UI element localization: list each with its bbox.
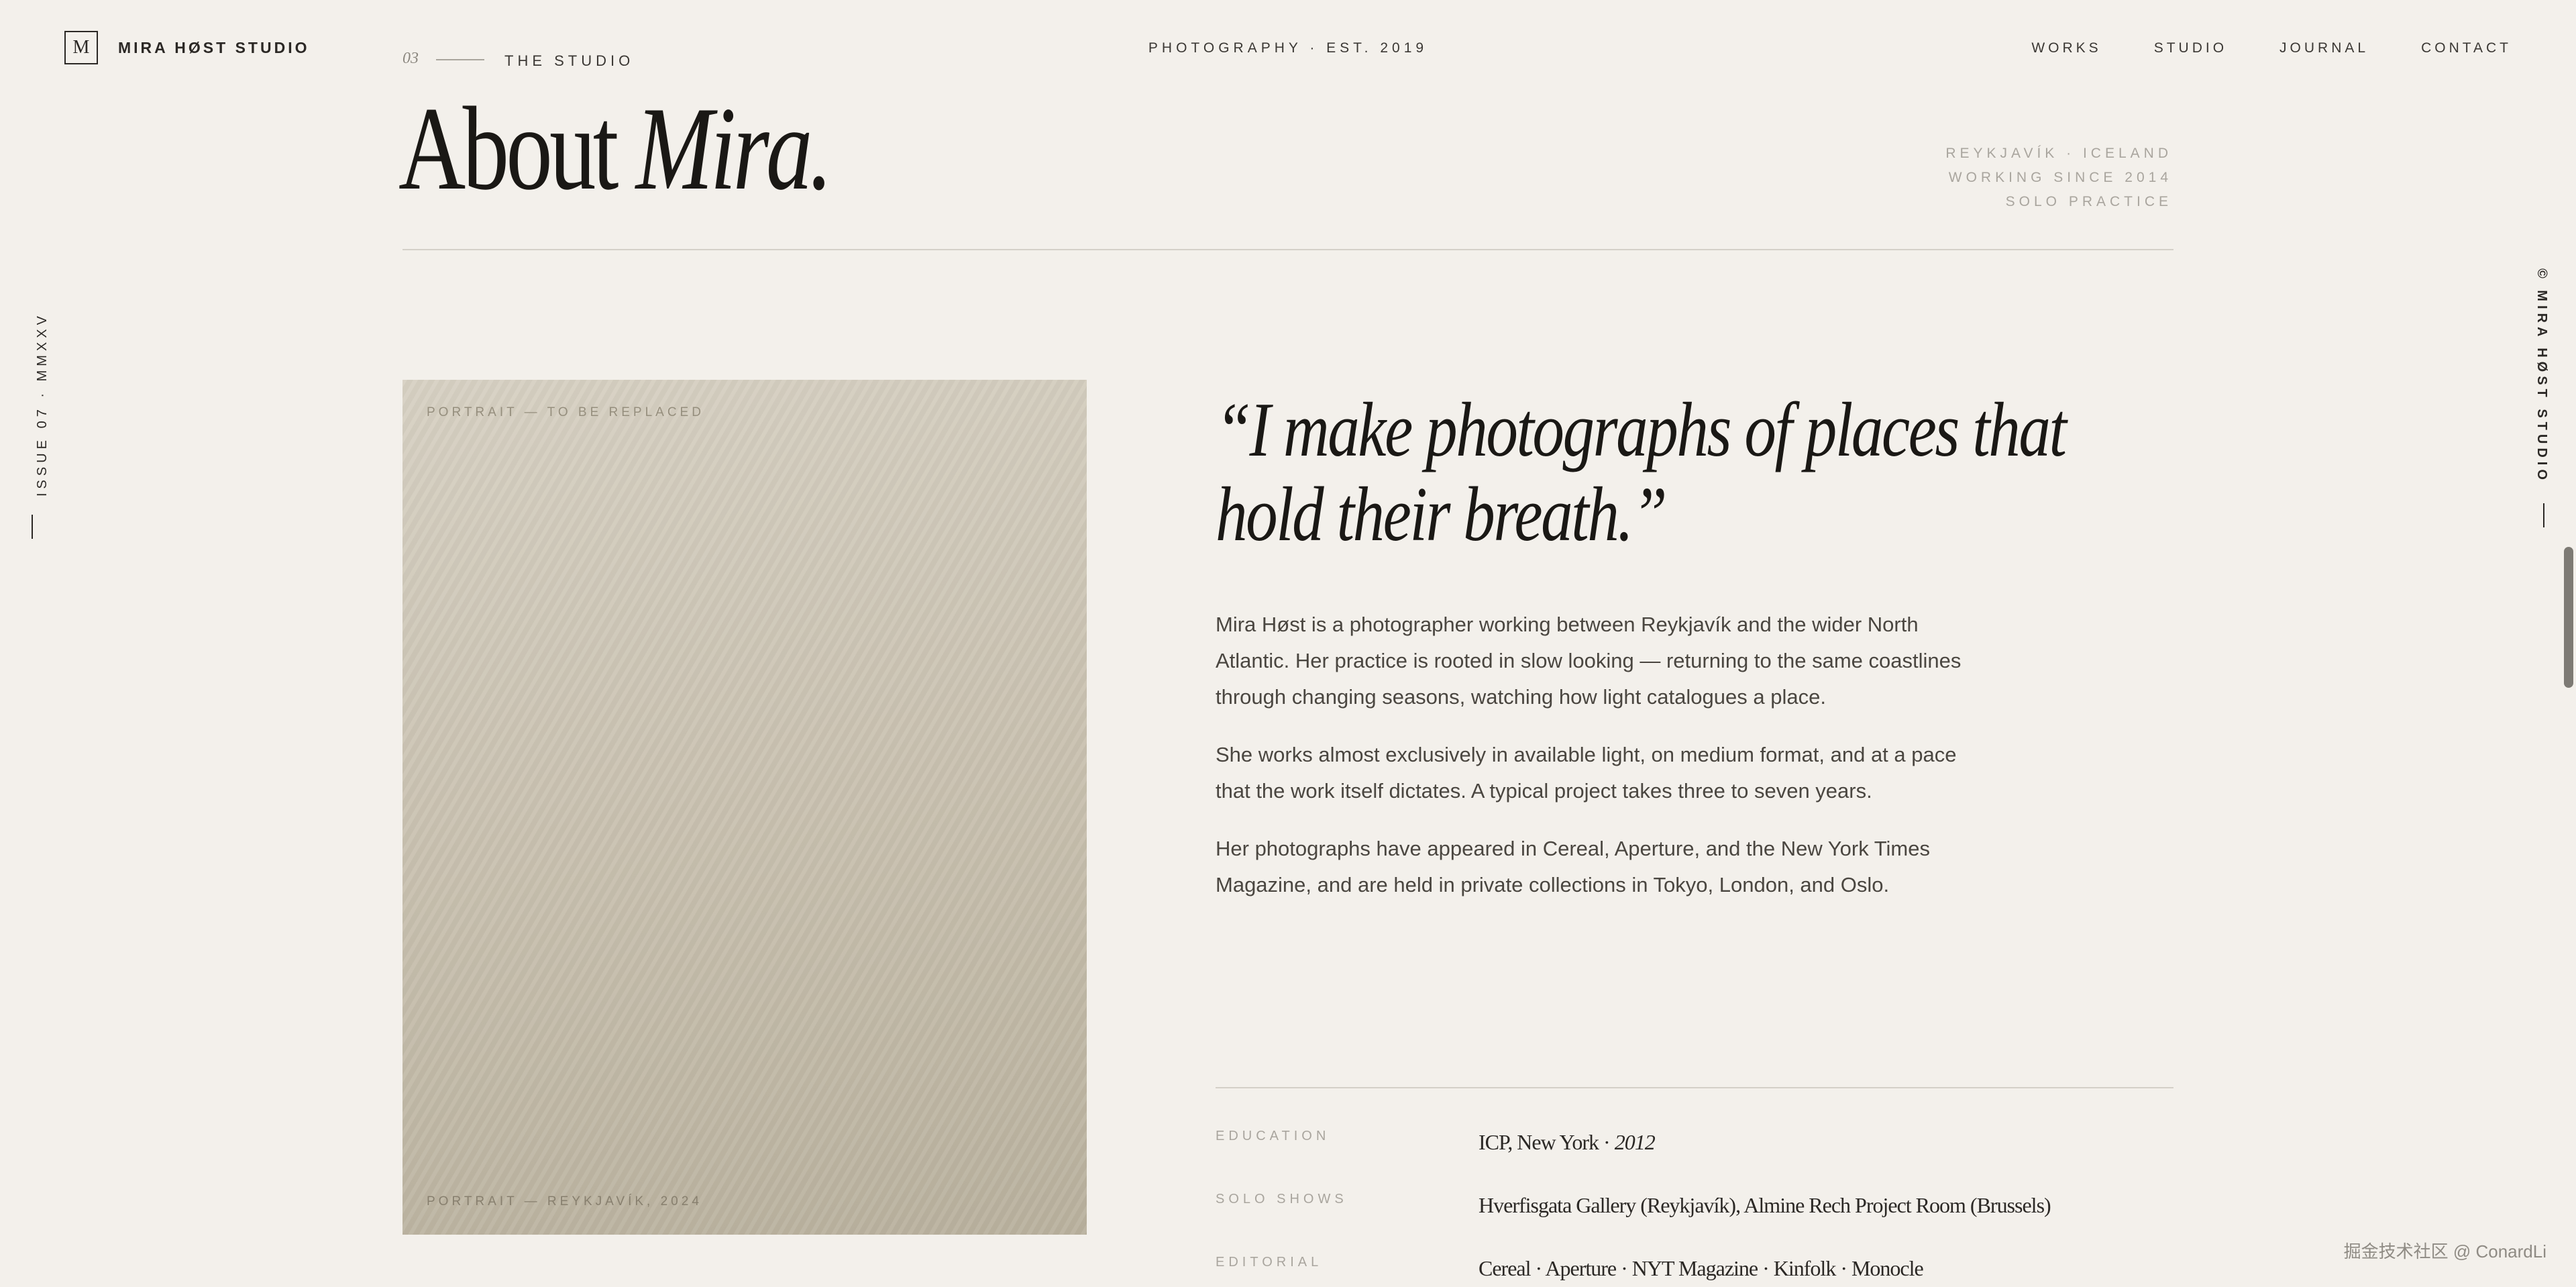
education-text: ICP, New York · [1479, 1130, 1615, 1154]
bio-paragraph: She works almost exclusively in availabl… [1216, 743, 1957, 803]
meta-practice: SOLO PRACTICE [2005, 194, 2172, 209]
nav-works[interactable]: WORKS [2031, 40, 2101, 56]
page-title-italic: Mira. [635, 82, 833, 215]
section-divider [436, 59, 484, 60]
bio-paragraph: Her photographs have appeared in Cereal,… [1216, 837, 1930, 896]
pull-quote-line-1: “I make photographs of places that [1216, 387, 2067, 473]
meta-since: WORKING SINCE 2014 [1948, 170, 2172, 185]
copyright-label: © MIRA HØST STUDIO [2534, 268, 2549, 484]
portrait-caption: PORTRAIT — REYKJAVÍK, 2024 [427, 1194, 702, 1208]
header-rule [402, 249, 2174, 250]
nav-journal[interactable]: JOURNAL [2279, 40, 2369, 56]
watermark: 掘金技术社区 @ ConardLi [2343, 1241, 2546, 1262]
detail-value-editorial: Cereal · Aperture · NYT Magazine · Kinfo… [1479, 1256, 1924, 1280]
detail-value-solo-shows: Hverfisgata Gallery (Reykjavík), Almine … [1479, 1193, 2051, 1217]
detail-label-education: EDUCATION [1216, 1129, 1330, 1143]
issue-label: ISSUE 07 · MMXXV [35, 312, 50, 497]
detail-label-solo-shows: SOLO SHOWS [1216, 1192, 1348, 1206]
detail-label-editorial: EDITORIAL [1216, 1255, 1323, 1270]
bio-paragraph: Mira Høst is a photographer working betw… [1216, 613, 1962, 709]
education-year: 2012 [1614, 1130, 1656, 1154]
pull-quote: “I make photographs of places that hold … [1216, 388, 2208, 557]
meta-location: REYKJAVÍK · ICELAND [1945, 146, 2172, 161]
main-nav: WORKS STUDIO JOURNAL CONTACT [2031, 40, 2512, 56]
copyright-divider [2543, 503, 2544, 527]
bio-text: Mira Høst is a photographer working betw… [1216, 607, 1974, 925]
portrait-placeholder-caption: PORTRAIT — TO BE REPLACED [427, 405, 704, 419]
pull-quote-line-2: hold their breath.” [1216, 472, 1668, 558]
nav-studio[interactable]: STUDIO [2154, 40, 2227, 56]
nav-contact[interactable]: CONTACT [2421, 40, 2512, 56]
scrollbar-thumb[interactable] [2564, 547, 2573, 688]
page-title: About Mira. [398, 89, 833, 208]
details-rule [1216, 1087, 2174, 1088]
location-meta: REYKJAVÍK · ICELAND WORKING SINCE 2014 S… [1945, 142, 2172, 214]
detail-value-education: ICP, New York · 2012 [1479, 1130, 1656, 1155]
portrait-image: PORTRAIT — TO BE REPLACED PORTRAIT — REY… [402, 380, 1087, 1235]
issue-divider [32, 515, 33, 539]
page-title-plain: About [398, 82, 636, 215]
